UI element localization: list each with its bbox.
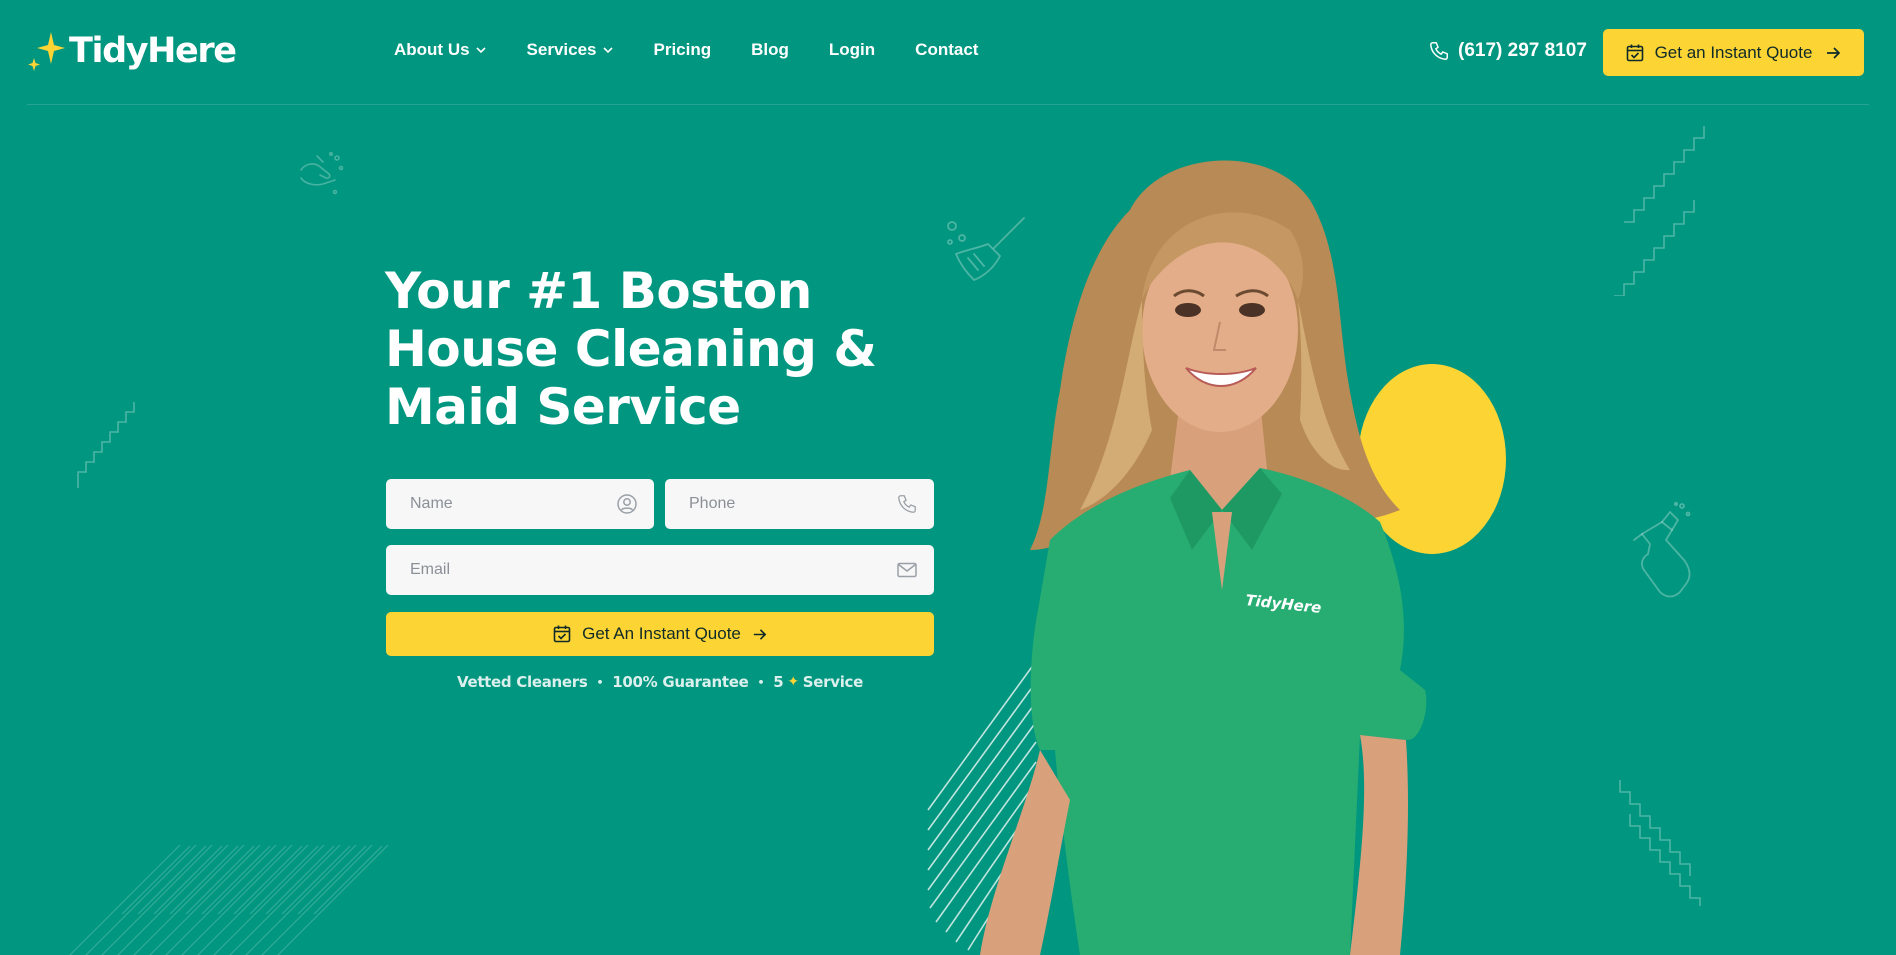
hero-title-line-1: Your #1 Boston — [385, 262, 812, 320]
brand-name: TidyHere — [69, 31, 237, 71]
main-nav: About Us Services Pricing Blog Login Con… — [394, 40, 1018, 60]
nav-item-services[interactable]: Services — [527, 40, 614, 60]
name-field — [386, 479, 654, 529]
trust-service: Service — [802, 673, 864, 691]
trust-badges: Vetted Cleaners • 100% Guarantee • 5 ✦ S… — [386, 673, 934, 691]
cleaner-photo: TidyHere — [980, 160, 1427, 955]
header-quote-label: Get an Instant Quote — [1654, 42, 1813, 62]
phone-icon — [1430, 42, 1448, 60]
phone-icon — [898, 495, 916, 513]
nav-item-contact[interactable]: Contact — [915, 40, 978, 60]
chevron-down-icon — [475, 47, 486, 54]
spray-bottle-icon — [1633, 501, 1691, 598]
header-divider — [27, 104, 1869, 105]
hand-wash-icon — [300, 152, 344, 195]
brand-logo[interactable]: TidyHere — [27, 28, 237, 74]
nav-item-label: About Us — [394, 40, 470, 59]
bullet-separator: • — [596, 675, 604, 689]
trust-guarantee: 100% Guarantee — [612, 673, 749, 691]
envelope-icon — [897, 562, 917, 578]
instant-quote-submit-button[interactable]: Get An Instant Quote — [386, 612, 934, 656]
nav-item-label: Pricing — [653, 40, 712, 59]
sparkle-icon: ✦ — [787, 674, 799, 690]
nav-item-blog[interactable]: Blog — [751, 40, 789, 60]
site-header: TidyHere About Us Services Pricing Blog … — [0, 0, 1896, 104]
stairs-pattern-icon — [1619, 780, 1701, 906]
hero-title-line-2: House Cleaning & — [385, 320, 877, 378]
user-icon — [617, 494, 637, 514]
chevron-down-icon — [602, 47, 613, 54]
nav-item-login[interactable]: Login — [829, 40, 875, 60]
bullet-separator: • — [757, 675, 765, 689]
calendar-check-icon — [1626, 44, 1643, 61]
phone-input[interactable] — [689, 495, 896, 513]
calendar-check-icon — [553, 625, 571, 643]
trust-vetted-cleaners: Vetted Cleaners — [456, 673, 588, 691]
nav-item-label: Contact — [915, 40, 979, 59]
nav-item-label: Login — [828, 40, 876, 59]
arrow-right-icon — [1827, 46, 1841, 59]
submit-label: Get An Instant Quote — [582, 624, 741, 643]
arrow-right-icon — [753, 628, 767, 640]
phone-field — [665, 479, 934, 529]
phone-number: (617) 297 8107 — [1458, 40, 1587, 61]
nav-item-label: Services — [526, 40, 597, 59]
email-input[interactable] — [410, 561, 896, 579]
header-quote-button[interactable]: Get an Instant Quote — [1603, 29, 1864, 76]
sparkle-icon — [28, 32, 65, 71]
stairs-pattern-icon — [77, 402, 135, 488]
nav-item-label: Blog — [751, 40, 789, 59]
diagonal-lines-pattern — [69, 844, 389, 955]
trust-rating-value: 5 — [773, 673, 784, 691]
stairs-pattern-icon — [1614, 126, 1705, 296]
hero-title-line-3: Maid Service — [385, 378, 741, 436]
nav-item-pricing[interactable]: Pricing — [654, 40, 712, 60]
hero-title: Your #1 Boston House Cleaning & Maid Ser… — [385, 262, 905, 436]
nav-item-about-us[interactable]: About Us — [394, 40, 487, 60]
header-phone-link[interactable]: (617) 297 8107 — [1428, 40, 1587, 62]
email-field — [386, 545, 934, 595]
name-input[interactable] — [410, 495, 616, 513]
